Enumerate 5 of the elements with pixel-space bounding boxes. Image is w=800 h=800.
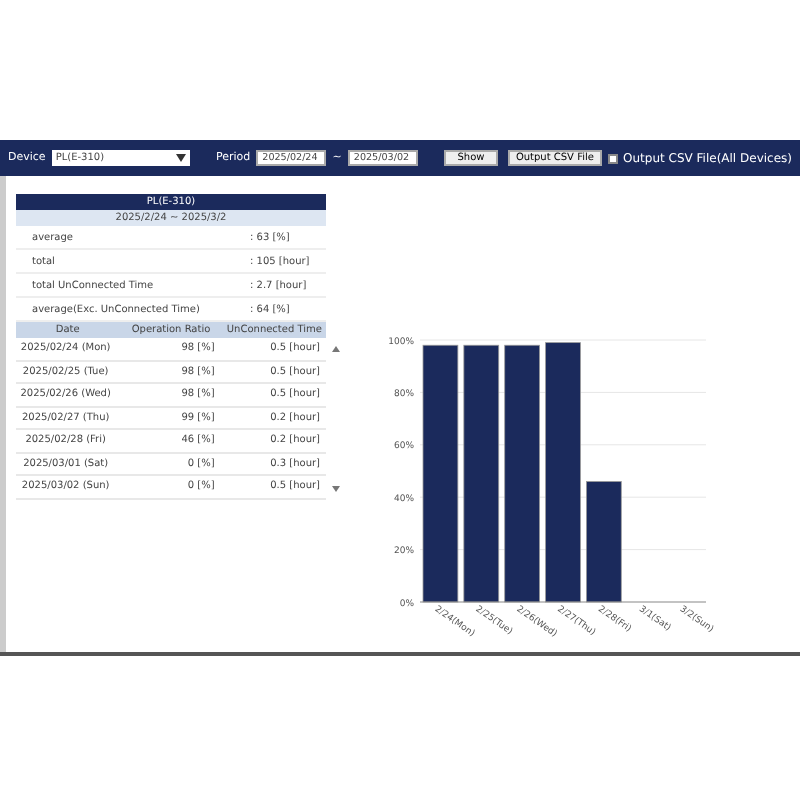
scroll-down-icon[interactable] [332,485,340,491]
scroll-up-icon[interactable] [332,346,340,352]
chart-bar [586,481,622,603]
all-devices-checkbox[interactable] [607,153,618,163]
dropdown-caret-icon [175,154,186,162]
